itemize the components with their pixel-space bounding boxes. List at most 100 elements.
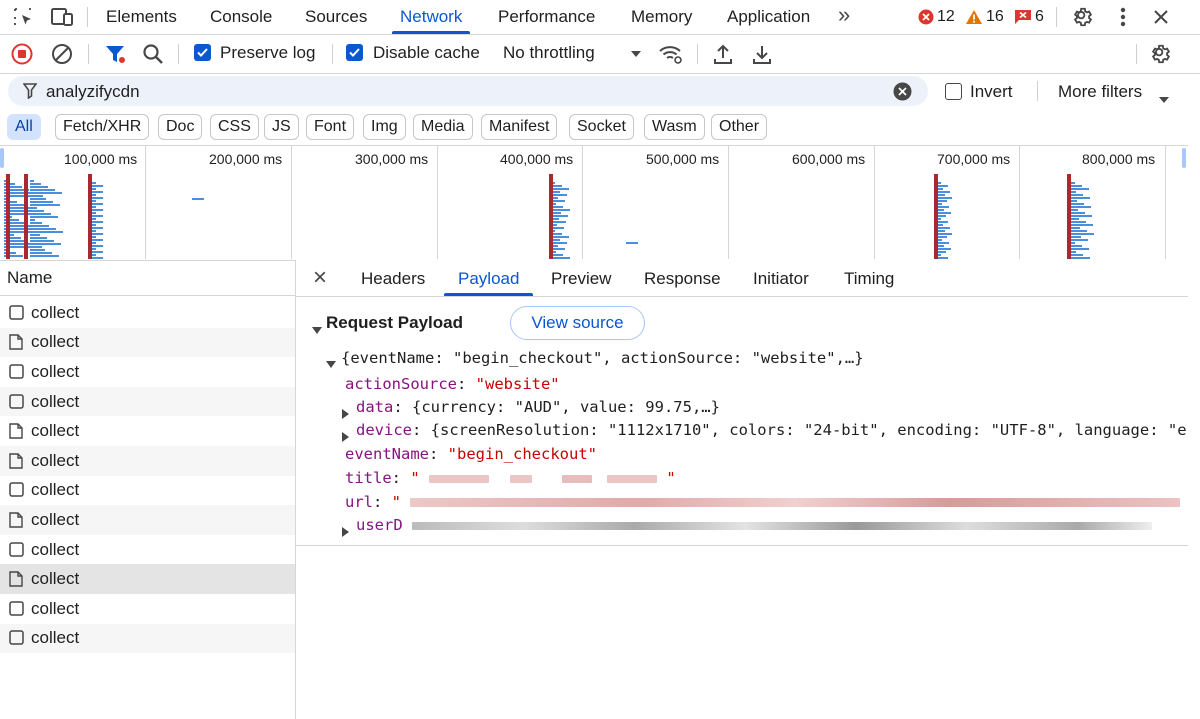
collapsed-triangle-icon[interactable] xyxy=(342,404,349,424)
type-filter-css[interactable]: CSS xyxy=(210,114,259,140)
request-row[interactable]: collect xyxy=(0,416,295,446)
request-bar xyxy=(30,192,62,194)
request-bar xyxy=(937,248,951,250)
tab-response[interactable]: Response xyxy=(644,260,721,296)
request-row[interactable]: collect xyxy=(0,357,295,387)
property-url[interactable]: url: " xyxy=(345,493,1181,511)
type-filter-other[interactable]: Other xyxy=(711,114,768,140)
tab-network[interactable]: Network xyxy=(391,0,471,34)
name-column-header[interactable]: Name xyxy=(0,260,295,296)
dropdown-caret-icon[interactable] xyxy=(623,41,649,67)
request-row[interactable]: collect xyxy=(0,594,295,624)
request-row[interactable]: collect xyxy=(0,623,295,654)
clear-filter-icon[interactable] xyxy=(893,82,912,106)
request-bar xyxy=(551,236,569,238)
tab-elements[interactable]: Elements xyxy=(106,0,177,34)
separator xyxy=(697,44,698,64)
tab-performance[interactable]: Performance xyxy=(498,0,595,34)
invert-checkbox[interactable] xyxy=(945,83,962,100)
request-row[interactable]: collect xyxy=(0,476,295,506)
request-row[interactable]: collect xyxy=(0,535,295,565)
more-filters-dropdown[interactable]: More filters xyxy=(1058,82,1142,102)
request-bar xyxy=(937,236,947,238)
request-bar xyxy=(1071,227,1080,229)
request-row[interactable]: collect xyxy=(0,505,295,535)
inspect-element-icon[interactable] xyxy=(10,4,36,30)
filter-input[interactable]: analyzifycdn xyxy=(46,82,140,102)
property-data[interactable]: data: {currency: "AUD", value: 99.75,…} xyxy=(356,398,720,416)
collapsed-triangle-icon[interactable] xyxy=(342,522,349,542)
grid-line xyxy=(437,146,438,259)
import-har-upload-icon[interactable] xyxy=(710,41,736,67)
request-bar xyxy=(92,188,96,190)
type-filter-doc[interactable]: Doc xyxy=(158,114,203,140)
request-row[interactable]: collect xyxy=(0,386,295,417)
warnings-badge[interactable]: 16 xyxy=(965,7,1004,27)
type-filter-font[interactable]: Font xyxy=(306,114,355,140)
tab-preview[interactable]: Preview xyxy=(551,260,611,296)
type-filter-socket[interactable]: Socket xyxy=(569,114,634,140)
tab-sources[interactable]: Sources xyxy=(305,0,367,34)
expanded-triangle-icon[interactable] xyxy=(312,320,322,340)
request-row[interactable]: collect xyxy=(0,446,295,476)
request-icon xyxy=(9,393,25,410)
type-filter-img[interactable]: Img xyxy=(363,114,406,140)
more-tabs-chevron-icon[interactable]: » xyxy=(838,0,850,32)
property-device[interactable]: device: {screenResolution: "1112x1710", … xyxy=(356,421,1187,439)
more-filters-caret-icon[interactable] xyxy=(1158,89,1170,109)
filter-input-box[interactable]: analyzifycdn xyxy=(8,76,928,106)
request-row[interactable]: collect xyxy=(0,327,295,358)
payload-root-summary[interactable]: {eventName: "begin_checkout", actionSour… xyxy=(341,349,864,367)
request-detail-tabs: × Headers Payload Preview Response Initi… xyxy=(296,260,1188,297)
request-payload-title[interactable]: Request Payload xyxy=(326,313,463,333)
request-bar xyxy=(1071,236,1081,238)
property-actionsource[interactable]: actionSource: "website" xyxy=(345,375,560,393)
type-filter-all[interactable]: All xyxy=(7,114,41,140)
stop-recording-icon[interactable] xyxy=(9,41,35,67)
type-filter-media[interactable]: Media xyxy=(413,114,473,140)
property-title[interactable]: title: " " xyxy=(345,469,676,487)
property-eventname[interactable]: eventName: "begin_checkout" xyxy=(345,445,597,463)
clear-icon[interactable] xyxy=(49,41,75,67)
filter-icon[interactable] xyxy=(102,41,128,67)
timeline-right-handle[interactable] xyxy=(1182,148,1186,168)
preserve-log-checkbox[interactable] xyxy=(194,44,211,61)
property-userdata[interactable]: userD xyxy=(356,516,1153,534)
request-bar xyxy=(1071,221,1086,223)
network-overview-timeline[interactable]: 100,000 ms 200,000 ms 300,000 ms 400,000… xyxy=(0,145,1188,261)
tab-initiator[interactable]: Initiator xyxy=(753,260,809,296)
expanded-triangle-icon[interactable] xyxy=(326,354,336,374)
timeline-label: 600,000 ms xyxy=(792,151,866,167)
tab-memory[interactable]: Memory xyxy=(631,0,692,34)
network-conditions-wifi-icon[interactable] xyxy=(658,41,684,67)
tab-timing[interactable]: Timing xyxy=(844,260,894,296)
request-bar xyxy=(30,228,56,230)
device-toolbar-icon[interactable] xyxy=(49,4,75,30)
request-row[interactable]: collect xyxy=(0,298,295,328)
tab-application[interactable]: Application xyxy=(727,0,810,34)
type-filter-wasm[interactable]: Wasm xyxy=(644,114,705,140)
errors-badge[interactable]: 12 xyxy=(918,7,955,27)
timeline-left-handle[interactable] xyxy=(0,148,4,168)
type-filter-fetch-xhr[interactable]: Fetch/XHR xyxy=(55,114,150,140)
tab-payload[interactable]: Payload xyxy=(443,260,534,296)
request-bar xyxy=(1071,215,1092,217)
settings-gear-icon[interactable] xyxy=(1070,4,1096,30)
issues-badge[interactable]: 6 xyxy=(1014,7,1044,27)
type-filter-manifest[interactable]: Manifest xyxy=(481,114,558,140)
request-row[interactable]: collect xyxy=(0,564,295,594)
tab-headers[interactable]: Headers xyxy=(361,260,425,296)
view-source-button[interactable]: View source xyxy=(510,306,645,340)
network-settings-gear-icon[interactable] xyxy=(1148,41,1174,67)
disable-cache-checkbox[interactable] xyxy=(346,44,363,61)
search-icon[interactable] xyxy=(140,41,166,67)
throttling-select[interactable]: No throttling xyxy=(503,43,595,63)
collapsed-triangle-icon[interactable] xyxy=(342,427,349,447)
export-har-download-icon[interactable] xyxy=(749,41,775,67)
request-icon xyxy=(9,305,25,321)
type-filter-js[interactable]: JS xyxy=(264,114,299,140)
close-details-icon[interactable]: × xyxy=(313,266,327,290)
tab-console[interactable]: Console xyxy=(210,0,272,34)
more-options-icon[interactable] xyxy=(1110,4,1136,30)
close-icon[interactable] xyxy=(1148,4,1174,30)
